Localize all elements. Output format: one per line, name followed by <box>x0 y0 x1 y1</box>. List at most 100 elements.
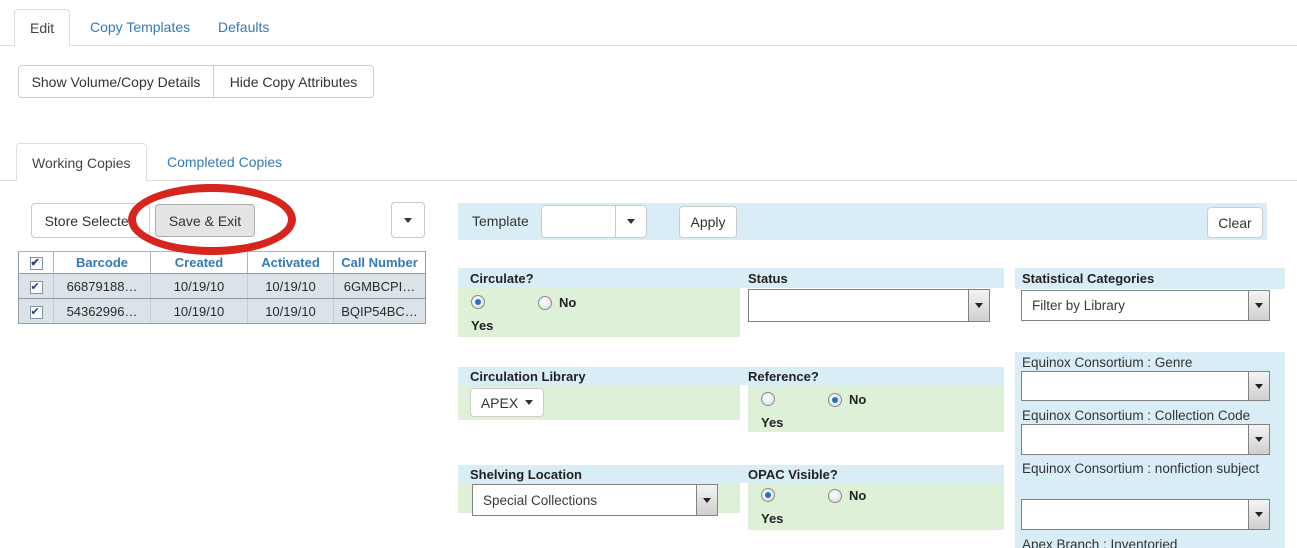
status-label: Status <box>748 271 788 286</box>
chevron-down-icon <box>404 218 412 223</box>
circulate-no-radio[interactable] <box>538 296 552 310</box>
circulate-yes-option: Yes <box>471 295 493 333</box>
row1-header-band: Circulate? Status <box>458 268 1004 288</box>
clear-template-button[interactable]: Clear <box>1207 207 1263 238</box>
tab-defaults[interactable]: Defaults <box>218 19 269 35</box>
select-all-header-cell <box>19 252 54 274</box>
template-select[interactable] <box>541 205 647 238</box>
circulate-label: Circulate? <box>470 271 534 286</box>
status-select-value <box>749 290 968 321</box>
row3-header-band: Shelving Location OPAC Visible? <box>458 465 1004 483</box>
reference-yes-label: Yes <box>761 415 783 430</box>
column-header-barcode[interactable]: Barcode <box>54 252 151 274</box>
stat-cat-entry-label: Apex Branch : Inventoried <box>1022 537 1177 548</box>
tab-copy-templates[interactable]: Copy Templates <box>90 19 190 35</box>
top-tabbar-divider <box>0 45 1297 46</box>
store-selected-label: Store Selected <box>45 213 137 229</box>
more-actions-dropdown-button[interactable] <box>391 202 425 238</box>
tab-working-copies[interactable]: Working Copies <box>16 143 147 181</box>
row2-header-band: Circulation Library Reference? <box>458 367 1004 385</box>
table-row[interactable]: 54362996… 10/19/10 10/19/10 BQIP54BC… <box>19 299 426 324</box>
shelving-location-select[interactable]: Special Collections <box>472 484 718 516</box>
genre-select[interactable] <box>1021 371 1270 401</box>
status-select[interactable] <box>748 289 990 322</box>
opac-visible-no-radio[interactable] <box>828 489 842 503</box>
circulate-yes-label: Yes <box>471 318 493 333</box>
collection-code-select[interactable] <box>1021 424 1270 455</box>
row-checkbox[interactable] <box>30 306 43 319</box>
column-header-created[interactable]: Created <box>151 252 248 274</box>
filter-by-library-value: Filter by Library <box>1022 291 1248 320</box>
hide-copy-attributes-button[interactable]: Hide Copy Attributes <box>213 65 374 98</box>
created-cell: 10/19/10 <box>151 299 248 324</box>
circulation-library-label: Circulation Library <box>470 369 586 384</box>
reference-no-label: No <box>849 392 866 407</box>
tab-edit-label: Edit <box>30 20 54 36</box>
row-checkbox-cell <box>19 274 54 299</box>
shelving-location-label: Shelving Location <box>470 467 582 482</box>
circulate-yes-radio[interactable] <box>471 295 485 309</box>
tab-completed-copies[interactable]: Completed Copies <box>167 154 282 170</box>
chevron-down-icon <box>696 485 717 515</box>
reference-label: Reference? <box>748 369 819 384</box>
opac-visible-yes-radio[interactable] <box>761 488 775 502</box>
working-copies-table: Barcode Created Activated Call Number 66… <box>18 251 426 324</box>
chevron-down-icon <box>968 290 989 321</box>
opac-visible-yes-label: Yes <box>761 511 783 526</box>
chevron-down-icon <box>1248 372 1269 400</box>
collection-code-select-value <box>1022 425 1248 454</box>
tab-working-copies-label: Working Copies <box>32 155 131 171</box>
stat-cat-entry-label: Equinox Consortium : Collection Code <box>1022 408 1250 423</box>
opac-visible-yes-option: Yes <box>761 488 783 526</box>
stat-categories-band: Statistical Categories <box>1015 268 1285 289</box>
reference-no-radio[interactable] <box>828 393 842 407</box>
table-row[interactable]: 66879188… 10/19/10 10/19/10 6GMBCPI… <box>19 274 426 299</box>
call-number-cell: BQIP54BC… <box>334 299 426 324</box>
circulation-library-value: APEX <box>481 395 518 411</box>
created-cell: 10/19/10 <box>151 274 248 299</box>
template-label: Template <box>472 213 529 229</box>
filter-by-library-select[interactable]: Filter by Library <box>1021 290 1270 321</box>
nonfiction-subject-select-value <box>1022 500 1248 529</box>
activated-cell: 10/19/10 <box>248 299 334 324</box>
barcode-cell: 54362996… <box>54 299 151 324</box>
shelving-location-value: Special Collections <box>473 485 696 515</box>
circulation-library-dropdown-button[interactable]: APEX <box>470 388 544 417</box>
row-checkbox[interactable] <box>30 281 43 294</box>
activated-cell: 10/19/10 <box>248 274 334 299</box>
tab-edit[interactable]: Edit <box>14 9 70 46</box>
reference-no-option: No <box>828 392 866 407</box>
select-all-checkbox[interactable] <box>30 257 43 270</box>
barcode-cell: 66879188… <box>54 274 151 299</box>
reference-yes-option: Yes <box>761 392 783 430</box>
row-checkbox-cell <box>19 299 54 324</box>
chevron-down-icon <box>1248 425 1269 454</box>
reference-yes-radio[interactable] <box>761 392 775 406</box>
circulate-no-label: No <box>559 295 576 310</box>
circulation-library-box: APEX <box>458 385 740 420</box>
copies-tabbar-divider <box>0 180 1297 181</box>
circulate-no-option: No <box>538 295 576 310</box>
stat-categories-label: Statistical Categories <box>1022 271 1154 286</box>
call-number-cell: 6GMBCPI… <box>334 274 426 299</box>
column-header-activated[interactable]: Activated <box>248 252 334 274</box>
show-volume-copy-details-button[interactable]: Show Volume/Copy Details <box>18 65 214 98</box>
clear-label: Clear <box>1218 215 1251 231</box>
circulate-radio-group: Yes No <box>458 288 740 337</box>
show-volume-copy-details-label: Show Volume/Copy Details <box>32 74 201 90</box>
chevron-down-icon <box>525 400 533 405</box>
store-selected-button[interactable]: Store Selected <box>31 203 150 238</box>
opac-visible-no-label: No <box>849 488 866 503</box>
save-and-exit-label: Save & Exit <box>169 213 241 229</box>
apply-template-button[interactable]: Apply <box>679 206 737 238</box>
template-select-value <box>542 206 615 237</box>
save-and-exit-button[interactable]: Save & Exit <box>155 204 255 237</box>
table-header-row: Barcode Created Activated Call Number <box>19 252 426 274</box>
apply-label: Apply <box>690 214 725 230</box>
nonfiction-subject-select[interactable] <box>1021 499 1270 530</box>
copy-editor-screen: Edit Copy Templates Defaults Show Volume… <box>0 0 1297 548</box>
opac-visible-radio-group: Yes No <box>748 483 1004 530</box>
column-header-call-number[interactable]: Call Number <box>334 252 426 274</box>
stat-cat-entry-label: Equinox Consortium : nonfiction subject <box>1022 460 1262 477</box>
hide-copy-attributes-label: Hide Copy Attributes <box>230 74 358 90</box>
